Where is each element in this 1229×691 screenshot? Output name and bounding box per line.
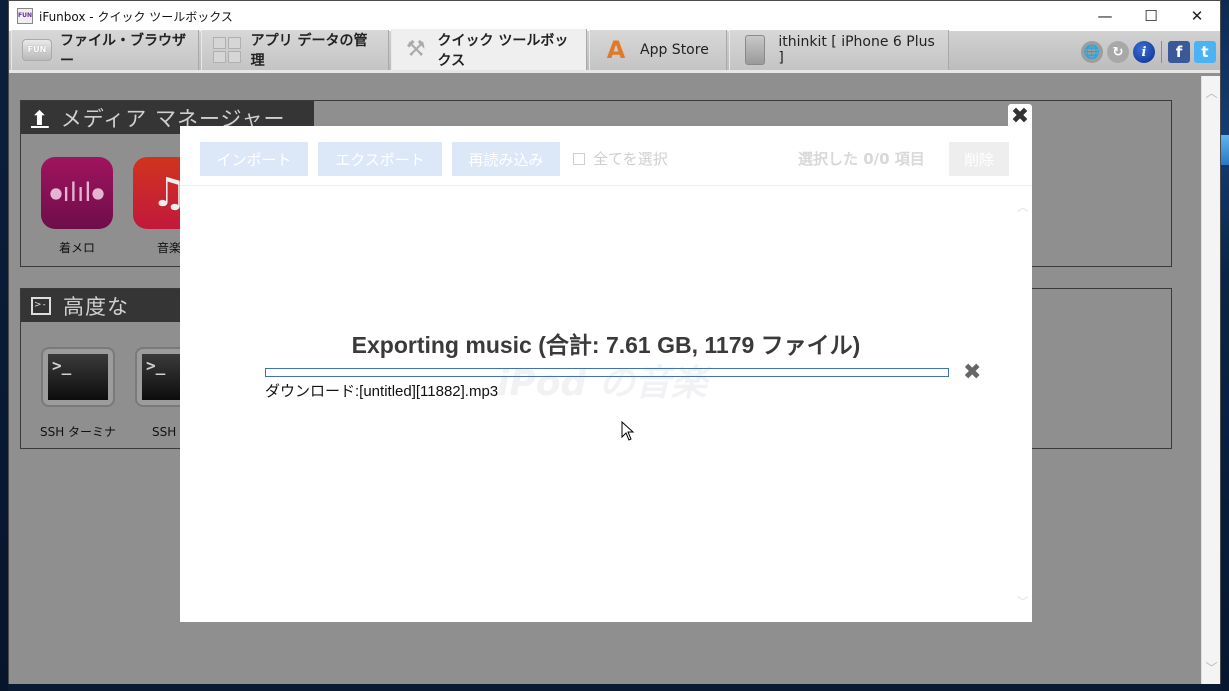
ringtone-tile[interactable]: ⦁ılıl⦁ 着メロ: [37, 157, 117, 256]
reload-button[interactable]: 再読み込み: [452, 142, 560, 176]
main-tab-bar: FUN ファイル・ブラウザー アプリ データの管理 ⚒ クイック ツールボックス…: [9, 29, 1220, 73]
modal-close-button[interactable]: ✖: [1008, 104, 1032, 129]
selected-count: 選択した 0/0 項目: [798, 150, 925, 168]
app-grid-icon: [212, 36, 243, 64]
watermark-title: iPod の音楽: [497, 363, 707, 404]
ringtone-icon: ⦁ılıl⦁: [41, 157, 113, 229]
panel-title: 高度な: [63, 294, 129, 319]
header-toolbar: 🌐 ↻ i f t: [1081, 41, 1216, 63]
export-progress-bar: [265, 368, 949, 377]
window-controls: — ☐ ✕: [1082, 1, 1220, 31]
maximize-button[interactable]: ☐: [1128, 1, 1174, 31]
mouse-cursor-icon: [621, 421, 635, 441]
tab-label: クイック ツールボックス: [437, 32, 569, 69]
select-all-checkbox[interactable]: 全てを選択: [573, 148, 668, 169]
toolbox-icon: ⚒: [405, 37, 426, 62]
list-scroll-up-icon[interactable]: ︿: [1017, 198, 1029, 215]
tab-device[interactable]: ithinkit [ iPhone 6 Plus ]: [729, 30, 949, 70]
tab-label: App Store: [640, 42, 709, 58]
import-button[interactable]: インポート: [200, 142, 308, 176]
cancel-export-icon[interactable]: ✖: [963, 360, 981, 385]
terminal-icon: >_: [41, 347, 115, 407]
list-scroll-down-icon[interactable]: ﹀: [1017, 593, 1029, 610]
export-status: ダウンロード:[untitled][11882].mp3: [265, 383, 499, 400]
tile-label: SSH ターミナ: [39, 425, 117, 439]
fun-drive-icon: FUN: [22, 36, 52, 64]
upload-icon: ⬆: [31, 105, 49, 130]
tab-file-browser[interactable]: FUN ファイル・ブラウザー: [11, 30, 199, 70]
title-bar[interactable]: FUN iFunbox - クイック ツールボックス — ☐ ✕: [9, 1, 1220, 31]
app-store-icon: A: [606, 36, 626, 64]
twitter-icon[interactable]: t: [1194, 41, 1216, 63]
main-scrollbar[interactable]: ︿ ﹀: [1201, 76, 1220, 684]
panel-header: >- 高度な: [21, 289, 191, 322]
desktop-background-left: [0, 0, 8, 691]
info-icon[interactable]: i: [1133, 41, 1155, 63]
export-title: Exporting music (合計: 7.61 GB, 1179 ファイル): [351, 332, 861, 358]
close-button[interactable]: ✕: [1174, 1, 1220, 31]
refresh-icon[interactable]: ↻: [1107, 41, 1129, 63]
checkbox-icon[interactable]: [573, 152, 585, 165]
ssh-terminal-tile[interactable]: >_ SSH ターミナ: [35, 347, 121, 440]
tile-label: 着メロ: [58, 241, 95, 255]
desktop-background-right: [1221, 0, 1229, 691]
tab-label: ithinkit [ iPhone 6 Plus ]: [778, 34, 935, 66]
desktop-shortcut-icon[interactable]: [1221, 135, 1229, 165]
tab-label: アプリ データの管理: [250, 33, 368, 69]
iphone-icon: [740, 35, 770, 65]
delete-button[interactable]: 削除: [949, 142, 1009, 176]
ifunbox-app-icon: FUN: [17, 8, 33, 24]
divider: [1161, 41, 1162, 63]
scroll-down-icon[interactable]: ﹀: [1202, 659, 1221, 676]
minimize-button[interactable]: —: [1082, 1, 1128, 31]
tab-app-data[interactable]: アプリ データの管理: [201, 30, 389, 70]
scroll-up-icon[interactable]: ︿: [1202, 84, 1221, 101]
export-button[interactable]: エクスポート: [318, 142, 442, 176]
terminal-icon: >-: [31, 296, 51, 315]
tab-app-store[interactable]: A App Store: [589, 30, 727, 70]
tab-quick-toolbox[interactable]: ⚒ クイック ツールボックス: [391, 29, 587, 70]
tab-label: ファイル・ブラウザー: [60, 33, 186, 69]
select-all-label: 全てを選択: [593, 150, 668, 168]
globe-icon[interactable]: 🌐: [1081, 41, 1103, 63]
window-title: iFunbox - クイック ツールボックス: [39, 9, 233, 24]
ipod-music-modal: インポート エクスポート 再読み込み 全てを選択 選択した 0/0 項目 削除 …: [180, 126, 1032, 622]
modal-toolbar: インポート エクスポート 再読み込み 全てを選択 選択した 0/0 項目 削除: [180, 126, 1032, 186]
facebook-icon[interactable]: f: [1168, 41, 1190, 63]
